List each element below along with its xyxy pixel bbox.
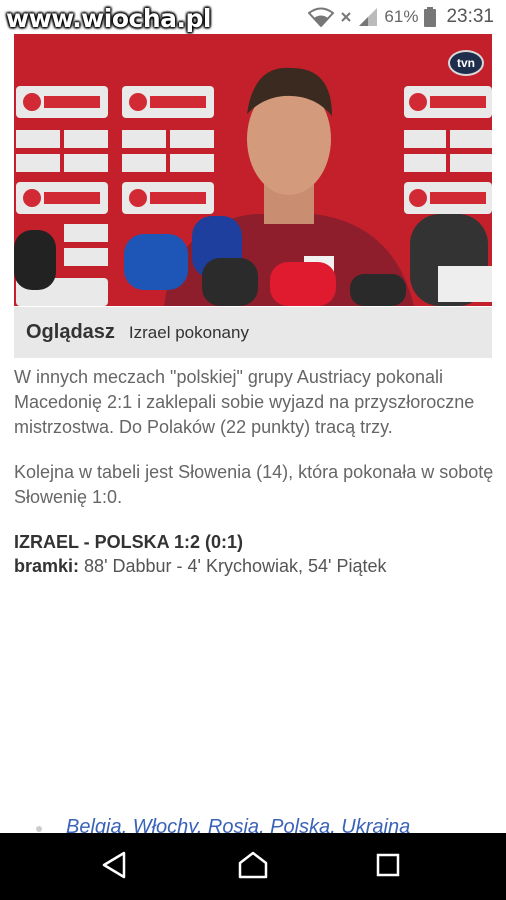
list-bullet xyxy=(36,826,42,832)
navigation-bar xyxy=(0,833,506,900)
home-button[interactable] xyxy=(233,847,273,887)
back-button[interactable] xyxy=(94,847,134,887)
signal-icon xyxy=(358,7,378,27)
now-playing-title: Izrael pokonany xyxy=(128,322,249,342)
home-icon xyxy=(238,851,268,884)
article-paragraph: Kolejna w tabeli jest Słowenia (14), któ… xyxy=(14,462,494,507)
no-signal-x-icon xyxy=(340,11,352,23)
status-bar: www.wiocha.pl 61% 23:31 xyxy=(0,0,506,34)
watermark: www.wiocha.pl xyxy=(6,4,211,33)
battery-percent: 61% xyxy=(384,7,419,26)
wifi-icon xyxy=(308,7,335,27)
now-playing-label: Oglądasz xyxy=(26,321,115,343)
goals-line: bramki: 88' Dabbur - 4' Krychowiak, 54' … xyxy=(14,554,494,578)
video-player[interactable]: tvn xyxy=(14,34,492,306)
article-paragraph: W innych meczach "polskiej" grupy Austri… xyxy=(14,367,475,437)
video-frame xyxy=(14,34,492,306)
article-body: W innych meczach "polskiej" grupy Austri… xyxy=(14,365,494,578)
match-result: IZRAEL - POLSKA 1:2 (0:1) bramki: 88' Da… xyxy=(14,530,494,578)
back-icon xyxy=(101,851,127,884)
tvn-logo: tvn xyxy=(448,50,484,76)
goals-label: bramki: xyxy=(14,556,80,576)
now-playing-bar[interactable]: Oglądasz Izrael pokonany xyxy=(14,307,492,358)
clock: 23:31 xyxy=(446,6,494,27)
battery-icon xyxy=(424,7,437,27)
match-title: IZRAEL - POLSKA 1:2 (0:1) xyxy=(14,532,244,552)
recents-icon xyxy=(376,853,400,882)
goals-text: 88' Dabbur - 4' Krychowiak, 54' Piątek xyxy=(84,556,387,576)
status-icons: 61% 23:31 xyxy=(308,6,494,28)
recents-button[interactable] xyxy=(368,847,408,887)
